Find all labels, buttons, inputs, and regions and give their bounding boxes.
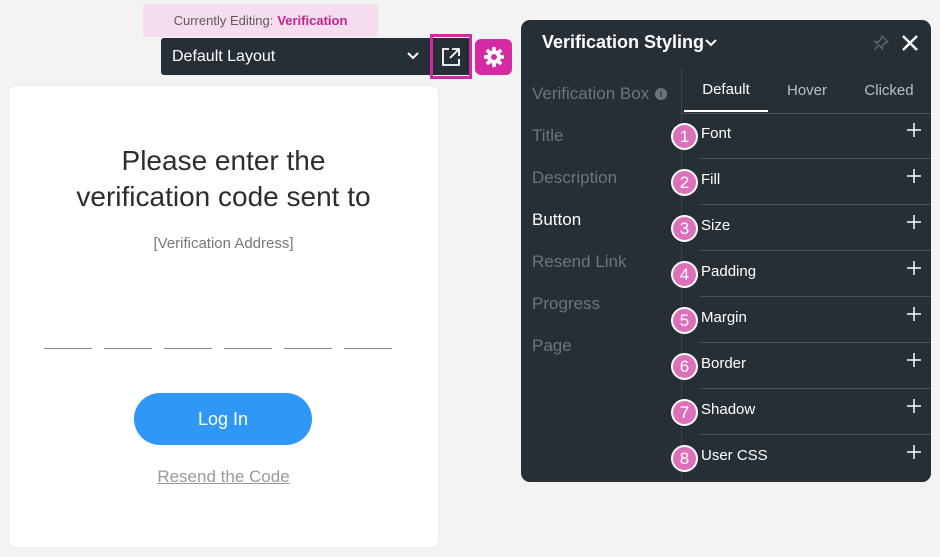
- layout-select[interactable]: Default Layout: [161, 38, 430, 75]
- currently-editing-banner: Currently Editing: Verification: [143, 4, 378, 37]
- panel-header: Verification Styling: [521, 20, 931, 68]
- close-icon[interactable]: [901, 34, 919, 52]
- property-label: Border: [701, 355, 747, 372]
- tab-clicked[interactable]: Clicked: [846, 68, 931, 112]
- chevron-down-icon: [407, 52, 419, 60]
- property-label: Size: [701, 217, 731, 234]
- gear-icon: [483, 46, 504, 68]
- property-row-font[interactable]: Font: [700, 113, 931, 159]
- panel-title[interactable]: Verification Styling: [542, 32, 704, 53]
- tab-hover[interactable]: Hover: [768, 68, 846, 112]
- callout-badge-5: 5: [671, 307, 698, 334]
- styling-panel: Verification Styling Verification Box i T…: [521, 20, 931, 482]
- nav-item-button[interactable]: Button: [532, 210, 581, 230]
- verification-preview-card: Please enter the verification code sent …: [9, 86, 438, 547]
- plus-icon[interactable]: [906, 444, 922, 460]
- verification-title-line-1: Please enter the: [121, 145, 326, 176]
- element-nav: Verification Box i Title Description Butt…: [521, 68, 681, 482]
- property-row-padding[interactable]: Padding: [700, 251, 931, 297]
- plus-icon[interactable]: [906, 306, 922, 322]
- style-properties: Default Hover Clicked Font Fill Size Pad…: [681, 68, 931, 482]
- nav-item-page[interactable]: Page: [532, 336, 572, 356]
- property-row-margin[interactable]: Margin: [700, 297, 931, 343]
- property-label: Font: [701, 125, 732, 142]
- settings-button[interactable]: [475, 39, 512, 75]
- property-row-user-css[interactable]: User CSS: [700, 435, 931, 481]
- verification-title: Please enter the verification code sent …: [9, 143, 438, 215]
- property-label: User CSS: [701, 447, 768, 464]
- callout-badge-4: 4: [671, 261, 698, 288]
- plus-icon[interactable]: [906, 214, 922, 230]
- callout-badge-2: 2: [671, 169, 698, 196]
- open-external-button[interactable]: [430, 34, 472, 79]
- plus-icon[interactable]: [906, 352, 922, 368]
- property-row-border[interactable]: Border: [700, 343, 931, 389]
- external-link-icon: [442, 47, 460, 66]
- property-label: Fill: [701, 171, 721, 188]
- tab-default[interactable]: Default: [684, 68, 768, 112]
- code-digit-input-3[interactable]: [164, 348, 212, 349]
- verification-address: [Verification Address]: [153, 235, 294, 252]
- plus-icon[interactable]: [906, 122, 922, 138]
- plus-icon[interactable]: [906, 398, 922, 414]
- info-icon[interactable]: i: [655, 88, 668, 100]
- resend-code-link[interactable]: Resend the Code: [9, 467, 438, 487]
- plus-icon[interactable]: [906, 260, 922, 276]
- code-digit-input-4[interactable]: [224, 348, 272, 349]
- property-label: Padding: [701, 263, 757, 280]
- callout-badge-3: 3: [671, 215, 698, 242]
- nav-item-verification-box[interactable]: Verification Box i: [532, 84, 668, 104]
- property-label: Margin: [701, 309, 747, 326]
- nav-item-label: Verification Box: [532, 84, 650, 103]
- code-digit-input-1[interactable]: [44, 348, 92, 349]
- pin-icon[interactable]: [873, 35, 889, 51]
- editing-target: Verification: [277, 13, 348, 28]
- code-digit-input-5[interactable]: [284, 348, 332, 349]
- code-digit-input-6[interactable]: [344, 348, 392, 349]
- nav-item-resend-link[interactable]: Resend Link: [532, 252, 627, 272]
- chevron-down-icon[interactable]: [704, 37, 718, 49]
- nav-item-title[interactable]: Title: [532, 126, 564, 146]
- code-input-group: [44, 348, 394, 350]
- callout-badge-6: 6: [671, 353, 698, 380]
- verification-title-line-2: verification code sent to: [76, 181, 371, 212]
- code-digit-input-2[interactable]: [104, 348, 152, 349]
- editing-prefix: Currently Editing:: [173, 13, 274, 28]
- callout-badge-7: 7: [671, 399, 698, 426]
- layout-select-value: Default Layout: [172, 47, 276, 65]
- callout-badge-8: 8: [671, 445, 698, 472]
- login-button[interactable]: Log In: [134, 393, 312, 445]
- property-row-fill[interactable]: Fill: [700, 159, 931, 205]
- property-row-shadow[interactable]: Shadow: [700, 389, 931, 435]
- nav-item-description[interactable]: Description: [532, 168, 617, 188]
- property-row-size[interactable]: Size: [700, 205, 931, 251]
- plus-icon[interactable]: [906, 168, 922, 184]
- nav-item-progress[interactable]: Progress: [532, 294, 600, 314]
- property-label: Shadow: [701, 401, 756, 418]
- callout-badge-1: 1: [671, 123, 698, 150]
